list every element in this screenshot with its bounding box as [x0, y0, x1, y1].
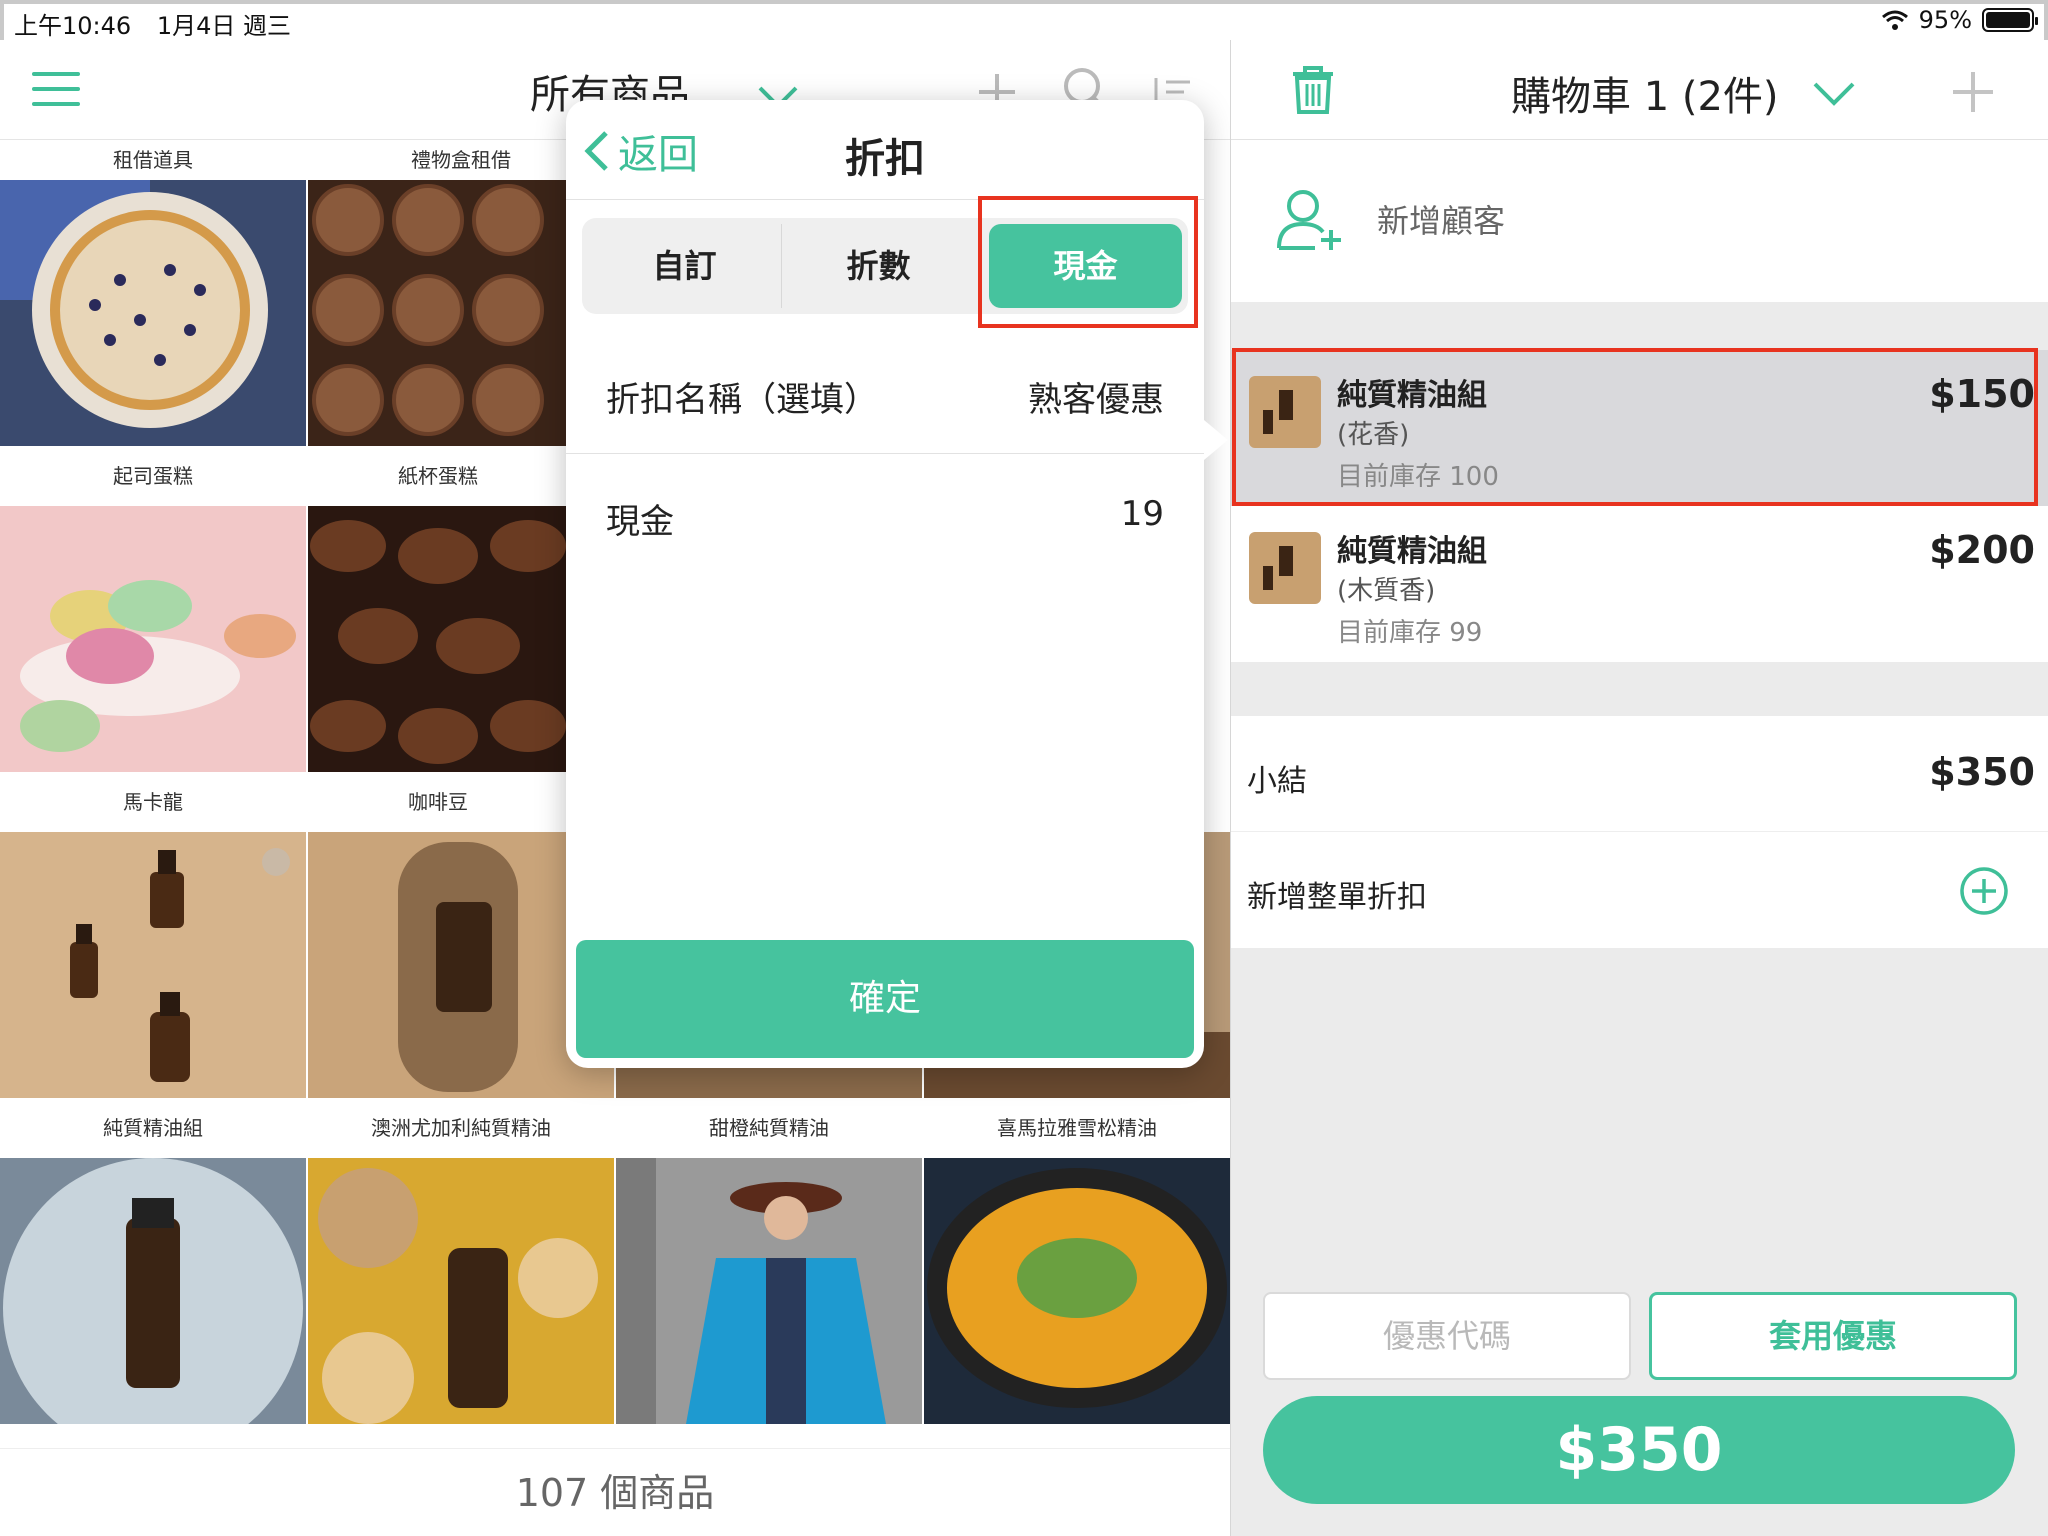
- product-label: 喜馬拉雅雪松精油: [924, 1098, 1230, 1158]
- product-label: 澳洲尤加利純質精油: [308, 1098, 614, 1158]
- subtotal-value: $350: [1929, 750, 2035, 794]
- product-tile-4-1[interactable]: [0, 1158, 306, 1458]
- segment-custom[interactable]: 自訂: [588, 224, 782, 308]
- trash-icon[interactable]: [1289, 64, 1337, 116]
- cart-item-stock: 目前庫存 99: [1337, 618, 1483, 648]
- discount-name-label: 折扣名稱（選填）: [606, 380, 878, 420]
- add-circle-icon[interactable]: [1959, 866, 2009, 916]
- popover-header: 返回 折扣: [566, 100, 1204, 200]
- cart-panel: 購物車 1 (2件) 新增顧客 純質精油組 (花香) 目前庫存 100 $150…: [1230, 40, 2048, 1536]
- product-tile-cheesecake[interactable]: [0, 180, 306, 446]
- product-tile-macaron[interactable]: [0, 506, 306, 772]
- subtotal-label: 小結: [1247, 764, 1307, 799]
- highlight-box-cash: [978, 196, 1198, 328]
- coupon-code-input[interactable]: 優惠代碼: [1263, 1292, 1631, 1380]
- product-count: 107 個商品: [0, 1448, 1230, 1536]
- product-label: 咖啡豆: [308, 772, 568, 832]
- cart-item[interactable]: 純質精油組 (木質香) 目前庫存 99 $200: [1231, 506, 2048, 662]
- product-label: 紙杯蛋糕: [308, 446, 568, 506]
- discount-name-row[interactable]: 折扣名稱（選填） 熟客優惠: [566, 332, 1204, 454]
- highlight-box-cart-item: [1232, 348, 2038, 506]
- cash-label: 現金: [606, 502, 674, 542]
- cash-amount-row[interactable]: 現金 19: [566, 454, 1204, 576]
- cart-item-price: $200: [1929, 528, 2035, 572]
- status-date: 1月4日 週三: [156, 12, 291, 40]
- cart-title[interactable]: 購物車 1 (2件): [1511, 64, 1779, 122]
- menu-icon[interactable]: [32, 72, 80, 106]
- product-label: 甜橙純質精油: [616, 1098, 922, 1158]
- product-tile-oil-set[interactable]: [0, 832, 306, 1098]
- status-right: 95%: [1881, 6, 2038, 34]
- oil-set-image: [0, 832, 306, 1098]
- popover-title: 折扣: [845, 136, 925, 182]
- apply-coupon-button[interactable]: 套用優惠: [1649, 1292, 2017, 1380]
- product-tile-4-4[interactable]: [924, 1158, 1230, 1424]
- wifi-icon: [1881, 10, 1908, 30]
- cart-item-thumbnail: [1249, 532, 1321, 604]
- add-cart-icon[interactable]: [1951, 70, 1995, 114]
- add-customer-row[interactable]: 新增顧客: [1231, 140, 2048, 302]
- subtotal-row: 小結 $350: [1231, 716, 2048, 832]
- spa-products-image: [308, 1158, 614, 1424]
- fashion-man-image: [616, 1158, 922, 1424]
- battery-icon: [1982, 8, 2038, 32]
- product-label: 純質精油組: [0, 1098, 306, 1158]
- add-customer-label: 新增顧客: [1377, 202, 1506, 240]
- discount-name-value[interactable]: 熟客優惠: [1028, 372, 1164, 421]
- cart-item-variant: (木質香): [1337, 576, 1436, 606]
- confirm-button[interactable]: 確定: [576, 940, 1194, 1058]
- battery-percent: 95%: [1918, 6, 1972, 34]
- coffee-beans-image: [308, 506, 568, 772]
- product-tile-4-3[interactable]: [616, 1158, 922, 1424]
- cart-item-name: 純質精油組: [1337, 534, 1487, 569]
- serum-bottle-image: [0, 1158, 306, 1458]
- segment-percent[interactable]: 折數: [782, 224, 975, 308]
- popover-arrow: [1204, 420, 1228, 460]
- cart-summary: 小結 $350 新增整單折扣: [1231, 716, 2048, 948]
- status-bar: 上午10:46 1月4日 週三 95%: [0, 0, 2048, 40]
- product-label: 馬卡龍: [0, 772, 306, 832]
- cash-value[interactable]: 19: [1121, 494, 1164, 534]
- checkout-button[interactable]: $350: [1263, 1396, 2015, 1504]
- order-discount-row[interactable]: 新增整單折扣: [1231, 832, 2048, 948]
- soup-image: [924, 1158, 1230, 1424]
- cheesecake-image: [0, 180, 306, 446]
- add-customer-icon: [1277, 190, 1341, 250]
- status-time-date: 上午10:46 1月4日 週三: [14, 6, 291, 41]
- order-discount-label: 新增整單折扣: [1247, 880, 1427, 915]
- cupcake-image: [308, 180, 568, 446]
- chevron-down-icon[interactable]: [1811, 70, 1857, 116]
- product-tile-4-2[interactable]: [308, 1158, 614, 1424]
- product-label: 起司蛋糕: [0, 446, 306, 506]
- product-label: 租借道具: [0, 140, 306, 180]
- cart-toolbar: 購物車 1 (2件): [1231, 40, 2048, 140]
- macaron-image: [0, 506, 306, 772]
- status-time: 上午10:46: [14, 12, 132, 40]
